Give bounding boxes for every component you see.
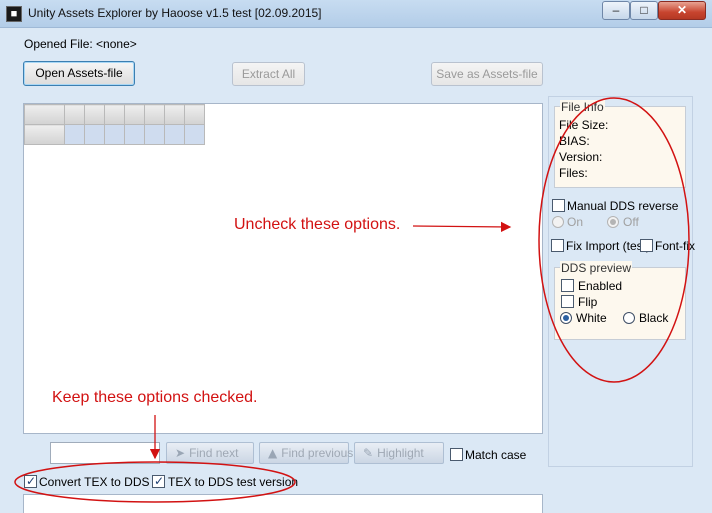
grid-cell[interactable] (164, 124, 185, 145)
search-input[interactable] (50, 442, 160, 464)
font-fix-checkbox[interactable] (640, 239, 653, 252)
grid-column-header[interactable] (164, 104, 185, 125)
arrow-up-icon: ▲ (268, 446, 278, 460)
opened-file-label: Opened File: <none> (24, 37, 137, 51)
grid-cell[interactable] (124, 124, 145, 145)
grid-column-header[interactable] (64, 104, 85, 125)
uncheck-annotation: Uncheck these options. (234, 216, 401, 233)
grid-cell[interactable] (184, 124, 205, 145)
grid-header (24, 104, 205, 145)
match-case-checkbox[interactable] (450, 448, 463, 461)
highlight-label: Highlight (377, 446, 424, 460)
match-case-label[interactable]: Match case (465, 448, 526, 462)
close-button[interactable]: ✕ (658, 1, 706, 20)
font-fix-label[interactable]: Font-fix (655, 239, 695, 253)
highlight-button[interactable]: ✎ Highlight (354, 442, 444, 464)
find-previous-label: Find previous (281, 446, 354, 460)
fix-import-label[interactable]: Fix Import (test) (566, 239, 650, 253)
title-bar: ■ Unity Assets Explorer by Haoose v1.5 t… (0, 0, 712, 28)
dds-enabled-checkbox[interactable] (561, 279, 574, 292)
assets-grid[interactable] (23, 103, 543, 434)
grid-corner (24, 104, 65, 125)
file-size-label: File Size: (559, 118, 609, 132)
grid-cell[interactable] (64, 124, 85, 145)
version-label: Version: (559, 150, 603, 164)
grid-column-header[interactable] (104, 104, 125, 125)
dds-black-radio[interactable] (623, 312, 635, 324)
open-assets-file-button[interactable]: Open Assets-file (23, 61, 135, 86)
grid-cell[interactable] (144, 124, 165, 145)
convert-tex-checkbox[interactable] (24, 474, 37, 488)
dds-enabled-label[interactable]: Enabled (578, 279, 622, 293)
dds-black-label[interactable]: Black (639, 311, 668, 325)
files-label: Files: (559, 166, 588, 180)
reverse-off-radio[interactable] (607, 216, 619, 228)
grid-column-header[interactable] (124, 104, 145, 125)
manual-dds-reverse-label[interactable]: Manual DDS reverse (567, 199, 678, 213)
find-next-button[interactable]: ➤ Find next (166, 442, 254, 464)
grid-column-header[interactable] (84, 104, 105, 125)
dds-flip-label[interactable]: Flip (578, 295, 597, 309)
fix-import-checkbox[interactable] (551, 239, 564, 252)
maximize-button[interactable]: □ (630, 1, 658, 20)
grid-column-header[interactable] (144, 104, 165, 125)
highlight-icon: ✎ (363, 446, 374, 460)
unity-app-icon: ■ (6, 6, 22, 22)
reverse-on-radio[interactable] (552, 216, 564, 228)
tex-test-version-label[interactable]: TEX to DDS test version (168, 475, 298, 489)
grid-cell[interactable] (84, 124, 105, 145)
dds-white-radio[interactable] (560, 312, 572, 324)
reverse-on-label[interactable]: On (567, 215, 583, 229)
dds-flip-checkbox[interactable] (561, 295, 574, 308)
grid-column-header[interactable] (184, 104, 205, 125)
manual-dds-reverse-checkbox[interactable] (552, 199, 565, 212)
save-as-assets-file-button[interactable]: Save as Assets-file (431, 62, 543, 86)
window-title: Unity Assets Explorer by Haoose v1.5 tes… (28, 6, 322, 20)
keep-checked-annotation: Keep these options checked. (52, 389, 258, 406)
file-info-title: File Info (560, 100, 605, 114)
convert-tex-label[interactable]: Convert TEX to DDS (39, 475, 149, 489)
grid-row-header[interactable] (24, 124, 65, 145)
reverse-off-label[interactable]: Off (623, 215, 639, 229)
find-previous-button[interactable]: ▲ Find previous (259, 442, 353, 464)
tex-test-version-checkbox[interactable] (152, 474, 165, 488)
arrow-right-icon: ➤ (175, 446, 186, 460)
dds-white-label[interactable]: White (576, 311, 607, 325)
bias-label: BIAS: (559, 134, 590, 148)
dds-preview-title: DDS preview (560, 261, 633, 275)
log-panel[interactable] (23, 494, 543, 513)
minimize-button[interactable]: – (602, 1, 630, 20)
find-next-label: Find next (189, 446, 239, 460)
grid-cell[interactable] (104, 124, 125, 145)
extract-all-button[interactable]: Extract All (232, 62, 305, 86)
